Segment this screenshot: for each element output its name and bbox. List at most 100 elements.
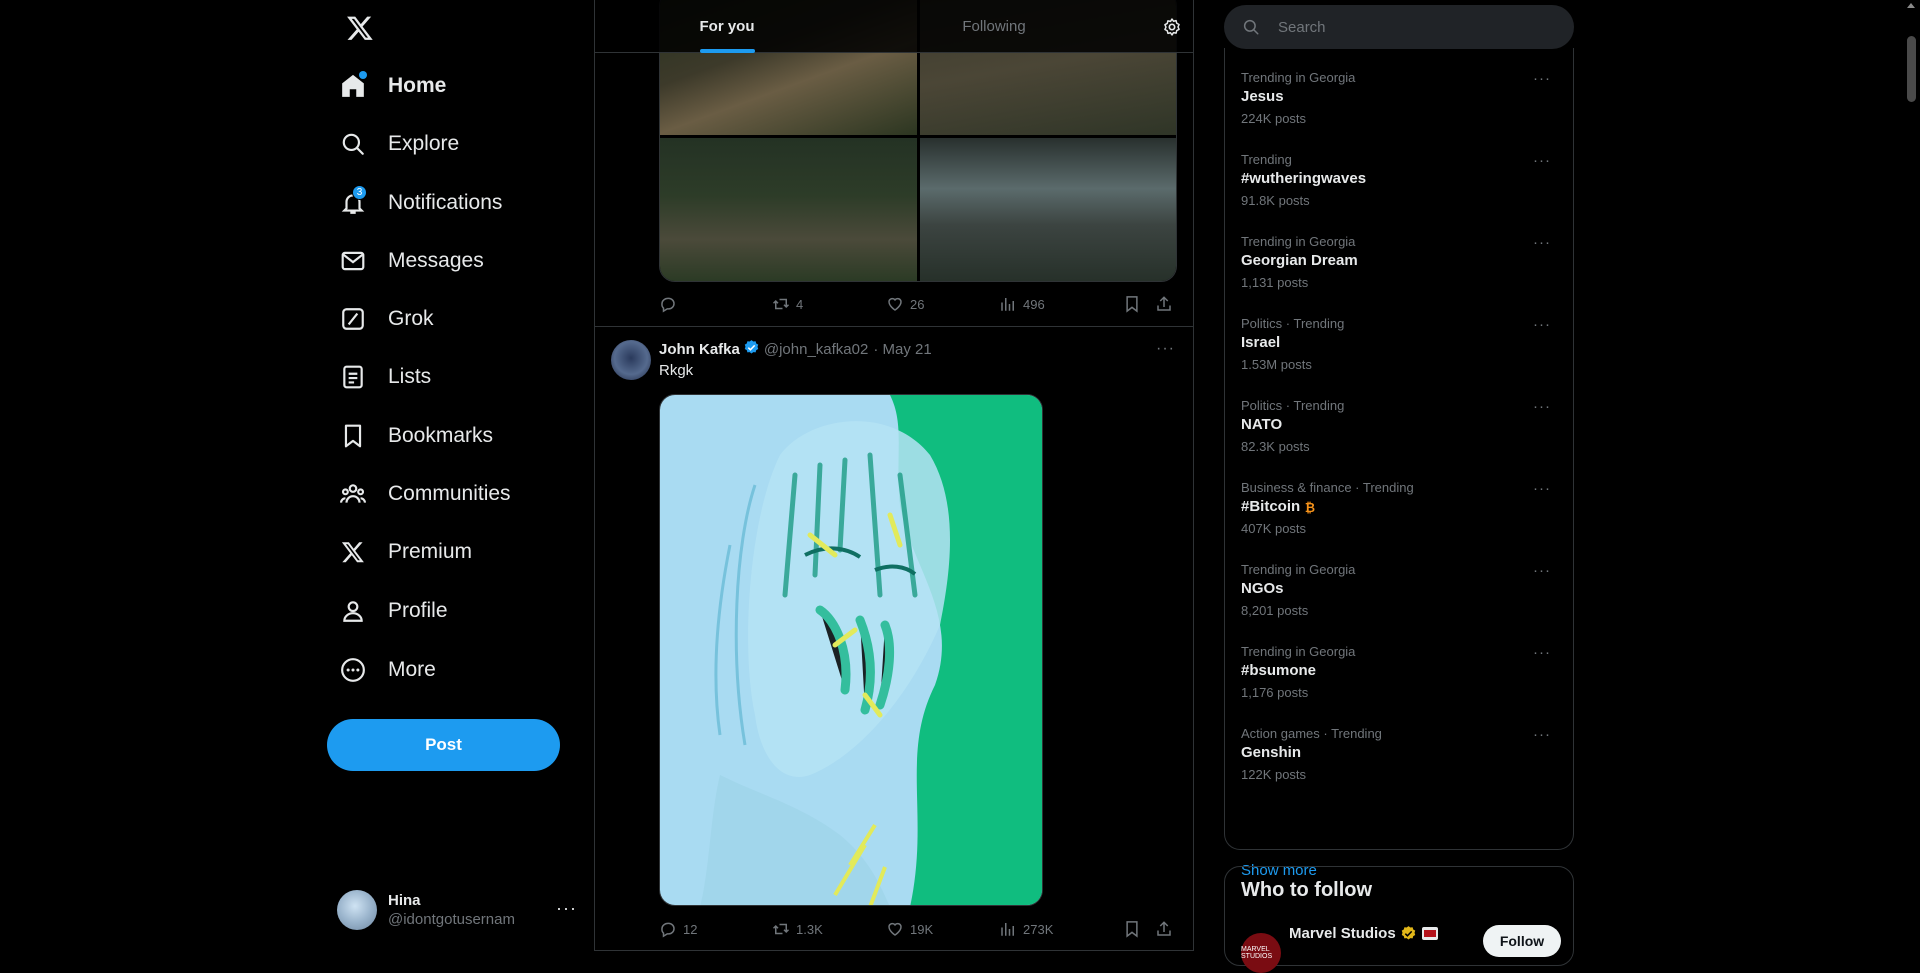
sidebar-item-messages[interactable]: Messages (326, 235, 484, 287)
more-horizontal-icon[interactable]: ··· (1533, 644, 1551, 661)
avatar: MARVEL STUDIOS (1241, 933, 1281, 973)
trend-item[interactable]: Business & finance · Trending #Bitcoin ₿… (1241, 480, 1561, 562)
trend-context: Action games · Trending (1241, 726, 1382, 741)
tweet-date[interactable]: · May 21 (873, 341, 931, 358)
trend-context: Trending in Georgia (1241, 70, 1356, 85)
grok-icon (338, 304, 368, 334)
post-button[interactable]: Post (327, 719, 560, 771)
suggestion-name: Marvel Studios (1289, 925, 1438, 942)
media-image[interactable] (660, 138, 917, 281)
sidebar-item-label: Home (388, 74, 447, 97)
views-button[interactable]: 273K (999, 920, 1053, 938)
share-icon[interactable] (1155, 920, 1179, 938)
sidebar-item-explore[interactable]: Explore (326, 118, 459, 170)
search-input[interactable]: Search (1224, 5, 1574, 49)
gear-icon[interactable] (1159, 14, 1185, 40)
trend-item[interactable]: Trending #wutheringwaves 91.8K posts ··· (1241, 152, 1561, 234)
sidebar-item-profile[interactable]: Profile (326, 585, 448, 637)
tweet-header: John Kafka @john_kafka02 · May 21 (659, 339, 932, 359)
more-horizontal-icon[interactable]: ··· (1533, 316, 1551, 333)
media-image[interactable] (920, 138, 1176, 281)
bookmark-icon[interactable] (1123, 920, 1147, 938)
scroll-up-arrow-icon[interactable] (1907, 3, 1915, 8)
more-horizontal-icon[interactable]: ··· (1156, 340, 1175, 358)
bookmark-icon[interactable] (1123, 295, 1147, 313)
sidebar-item-label: Profile (388, 599, 448, 622)
trend-item[interactable]: Politics · Trending NATO 82.3K posts ··· (1241, 398, 1561, 480)
retweet-button[interactable]: 1.3K (772, 920, 823, 938)
more-horizontal-icon[interactable]: ··· (1533, 70, 1551, 87)
trends-panel: Trending in Georgia Jesus 224K posts ···… (1224, 48, 1574, 879)
author-handle[interactable]: @john_kafka02 (764, 341, 868, 358)
mail-icon (338, 246, 368, 276)
more-horizontal-icon[interactable]: ··· (1533, 562, 1551, 579)
communities-icon (338, 479, 368, 509)
tab-for-you[interactable]: For you (595, 0, 859, 53)
trend-name: NGOs (1241, 580, 1284, 597)
more-horizontal-icon[interactable]: ··· (1533, 152, 1551, 169)
account-switcher[interactable]: Hina @idontgotusernam ··· (337, 884, 577, 936)
trend-count: 91.8K posts (1241, 193, 1310, 208)
trend-count: 407K posts (1241, 521, 1307, 536)
sidebar-item-premium[interactable]: Premium (326, 526, 472, 578)
sidebar-item-notifications[interactable]: 3 Notifications (326, 177, 502, 229)
trend-count: 1,176 posts (1241, 685, 1309, 700)
tab-following[interactable]: Following (859, 0, 1129, 53)
sidebar-item-bookmarks[interactable]: Bookmarks (326, 410, 493, 462)
more-horizontal-icon[interactable]: ··· (556, 898, 577, 919)
x-logo-icon[interactable] (340, 8, 380, 48)
follow-button[interactable]: Follow (1483, 925, 1561, 957)
trend-item[interactable]: Trending in Georgia Georgian Dream 1,131… (1241, 234, 1561, 316)
person-icon (338, 596, 368, 626)
verified-gold-badge-icon (1401, 926, 1415, 940)
sidebar-item-lists[interactable]: Lists (326, 351, 431, 403)
trend-item[interactable]: Politics · Trending Israel 1.53M posts ·… (1241, 316, 1561, 398)
tab-indicator (700, 49, 755, 53)
scrollbar-thumb[interactable] (1907, 36, 1916, 102)
timeline-header: For you Following (595, 0, 1193, 53)
retweet-button[interactable]: 4 (772, 295, 803, 313)
unread-dot (359, 71, 367, 79)
more-circle-icon (338, 655, 368, 685)
reply-button[interactable] (659, 295, 683, 313)
views-button[interactable]: 496 (999, 295, 1045, 313)
trend-item[interactable]: Action games · Trending Genshin 122K pos… (1241, 726, 1561, 808)
more-horizontal-icon[interactable]: ··· (1533, 480, 1551, 497)
trend-count: 82.3K posts (1241, 439, 1310, 454)
search-placeholder: Search (1278, 18, 1326, 36)
sidebar-item-home[interactable]: Home (326, 60, 446, 112)
avatar[interactable] (611, 340, 651, 380)
like-button[interactable]: 19K (886, 920, 933, 938)
tweet-media-image[interactable] (659, 394, 1043, 906)
sidebar-item-grok[interactable]: Grok (326, 293, 434, 345)
more-horizontal-icon[interactable]: ··· (1533, 398, 1551, 415)
trend-context: Politics · Trending (1241, 316, 1345, 331)
sidebar-item-communities[interactable]: Communities (326, 468, 511, 520)
like-button[interactable]: 26 (886, 295, 924, 313)
sidebar-item-label: More (388, 658, 436, 681)
x-logo-icon (338, 537, 368, 567)
right-sidebar: Search Trending in Georgia Jesus 224K po… (1224, 0, 1574, 973)
avatar (337, 890, 377, 930)
more-horizontal-icon[interactable]: ··· (1533, 234, 1551, 251)
more-horizontal-icon[interactable]: ··· (1533, 726, 1551, 743)
sidebar-item-label: Explore (388, 132, 460, 155)
timeline: For you Following 4 26 496 John Kafka @j… (594, 0, 1194, 951)
trend-name: Georgian Dream (1241, 252, 1358, 269)
tweet-actions: 12 1.3K 19K 273K (659, 916, 1181, 942)
analytics-icon (1001, 298, 1014, 311)
page-scrollbar[interactable] (1903, 0, 1920, 951)
tab-label: For you (699, 18, 755, 35)
follow-suggestion[interactable]: MARVEL STUDIOS Marvel Studios Follow (1241, 925, 1561, 973)
trend-item[interactable]: Trending in Georgia #bsumone 1,176 posts… (1241, 644, 1561, 726)
sidebar-item-more[interactable]: More (326, 644, 436, 696)
reply-button[interactable]: 12 (659, 920, 697, 938)
sidebar-item-label: Communities (388, 482, 511, 505)
share-icon[interactable] (1155, 295, 1179, 313)
trend-count: 224K posts (1241, 111, 1307, 126)
trend-item[interactable]: Trending in Georgia Jesus 224K posts ··· (1241, 70, 1561, 152)
author-name[interactable]: John Kafka (659, 341, 740, 358)
bitcoin-icon: ₿ (1305, 500, 1315, 515)
sidebar-item-label: Lists (388, 365, 432, 388)
trend-item[interactable]: Trending in Georgia NGOs 8,201 posts ··· (1241, 562, 1561, 644)
